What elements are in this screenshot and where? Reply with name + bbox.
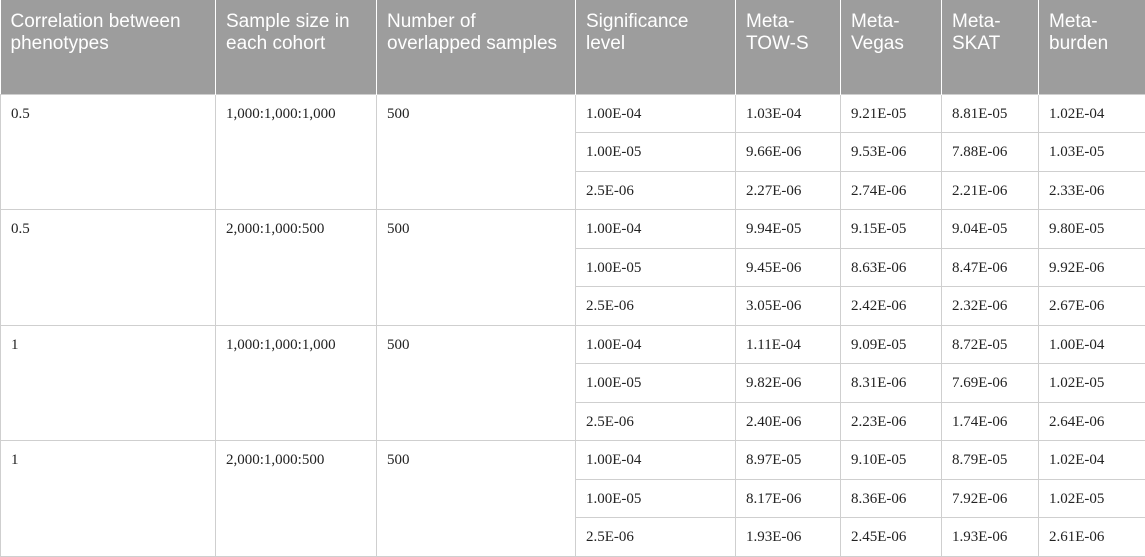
cell-significance: 1.00E-05 — [576, 248, 736, 287]
cell-meta-tow-s: 9.82E-06 — [736, 364, 841, 403]
table-row: 0.5 1,000:1,000:1,000 500 1.00E-04 1.03E… — [1, 94, 1145, 133]
cell-correlation: 0.5 — [1, 94, 216, 210]
cell-overlapped: 500 — [377, 210, 576, 326]
cell-significance: 2.5E-06 — [576, 402, 736, 441]
cell-meta-vegas: 8.36E-06 — [841, 479, 942, 518]
cell-meta-tow-s: 2.27E-06 — [736, 171, 841, 210]
cell-meta-skat: 8.72E-05 — [942, 325, 1039, 364]
header-sample-size: Sample size in each cohort — [216, 0, 377, 94]
cell-meta-skat: 1.93E-06 — [942, 518, 1039, 557]
cell-meta-vegas: 2.23E-06 — [841, 402, 942, 441]
cell-significance: 2.5E-06 — [576, 171, 736, 210]
header-row: Correlation between phenotypes Sample si… — [1, 0, 1145, 94]
cell-meta-vegas: 8.31E-06 — [841, 364, 942, 403]
cell-meta-tow-s: 2.40E-06 — [736, 402, 841, 441]
table-row: 0.5 2,000:1,000:500 500 1.00E-04 9.94E-0… — [1, 210, 1145, 249]
cell-meta-vegas: 8.63E-06 — [841, 248, 942, 287]
table-row: 1 1,000:1,000:1,000 500 1.00E-04 1.11E-0… — [1, 325, 1145, 364]
cell-meta-burden: 1.02E-04 — [1039, 441, 1145, 480]
cell-meta-skat: 7.69E-06 — [942, 364, 1039, 403]
cell-meta-tow-s: 8.97E-05 — [736, 441, 841, 480]
cell-meta-burden: 1.03E-05 — [1039, 133, 1145, 172]
header-correlation: Correlation between phenotypes — [1, 0, 216, 94]
cell-meta-vegas: 9.15E-05 — [841, 210, 942, 249]
cell-overlapped: 500 — [377, 325, 576, 441]
header-meta-tow-s: Meta-TOW-S — [736, 0, 841, 94]
cell-sample-size: 1,000:1,000:1,000 — [216, 94, 377, 210]
cell-meta-vegas: 2.42E-06 — [841, 287, 942, 326]
cell-meta-burden: 9.92E-06 — [1039, 248, 1145, 287]
cell-meta-vegas: 9.09E-05 — [841, 325, 942, 364]
cell-sample-size: 1,000:1,000:1,000 — [216, 325, 377, 441]
cell-meta-skat: 9.04E-05 — [942, 210, 1039, 249]
cell-meta-burden: 1.02E-05 — [1039, 364, 1145, 403]
cell-meta-burden: 9.80E-05 — [1039, 210, 1145, 249]
cell-meta-skat: 7.92E-06 — [942, 479, 1039, 518]
cell-significance: 1.00E-04 — [576, 94, 736, 133]
cell-meta-vegas: 9.10E-05 — [841, 441, 942, 480]
results-table: Correlation between phenotypes Sample si… — [0, 0, 1145, 557]
cell-significance: 1.00E-04 — [576, 325, 736, 364]
cell-meta-vegas: 9.53E-06 — [841, 133, 942, 172]
cell-meta-skat: 8.81E-05 — [942, 94, 1039, 133]
cell-significance: 2.5E-06 — [576, 518, 736, 557]
header-meta-skat: Meta-SKAT — [942, 0, 1039, 94]
cell-meta-tow-s: 1.03E-04 — [736, 94, 841, 133]
cell-meta-burden: 1.02E-04 — [1039, 94, 1145, 133]
cell-meta-burden: 2.67E-06 — [1039, 287, 1145, 326]
cell-meta-skat: 2.21E-06 — [942, 171, 1039, 210]
header-overlapped: Number of overlapped samples — [377, 0, 576, 94]
cell-significance: 2.5E-06 — [576, 287, 736, 326]
cell-meta-skat: 8.79E-05 — [942, 441, 1039, 480]
header-meta-burden: Meta-burden — [1039, 0, 1145, 94]
cell-correlation: 0.5 — [1, 210, 216, 326]
table-row: 1 2,000:1,000:500 500 1.00E-04 8.97E-05 … — [1, 441, 1145, 480]
cell-overlapped: 500 — [377, 94, 576, 210]
cell-meta-tow-s: 1.93E-06 — [736, 518, 841, 557]
cell-meta-tow-s: 9.45E-06 — [736, 248, 841, 287]
cell-meta-tow-s: 3.05E-06 — [736, 287, 841, 326]
cell-meta-burden: 1.02E-05 — [1039, 479, 1145, 518]
cell-meta-skat: 8.47E-06 — [942, 248, 1039, 287]
cell-meta-burden: 2.61E-06 — [1039, 518, 1145, 557]
cell-meta-vegas: 2.74E-06 — [841, 171, 942, 210]
cell-meta-tow-s: 9.66E-06 — [736, 133, 841, 172]
cell-significance: 1.00E-04 — [576, 441, 736, 480]
cell-significance: 1.00E-05 — [576, 133, 736, 172]
header-significance: Significance level — [576, 0, 736, 94]
cell-meta-vegas: 9.21E-05 — [841, 94, 942, 133]
cell-sample-size: 2,000:1,000:500 — [216, 210, 377, 326]
cell-meta-tow-s: 9.94E-05 — [736, 210, 841, 249]
cell-sample-size: 2,000:1,000:500 — [216, 441, 377, 557]
cell-correlation: 1 — [1, 441, 216, 557]
cell-overlapped: 500 — [377, 441, 576, 557]
header-meta-vegas: Meta-Vegas — [841, 0, 942, 94]
cell-correlation: 1 — [1, 325, 216, 441]
cell-significance: 1.00E-05 — [576, 364, 736, 403]
cell-meta-skat: 1.74E-06 — [942, 402, 1039, 441]
cell-meta-vegas: 2.45E-06 — [841, 518, 942, 557]
cell-meta-tow-s: 1.11E-04 — [736, 325, 841, 364]
cell-meta-burden: 2.64E-06 — [1039, 402, 1145, 441]
cell-meta-burden: 2.33E-06 — [1039, 171, 1145, 210]
cell-meta-skat: 2.32E-06 — [942, 287, 1039, 326]
cell-meta-tow-s: 8.17E-06 — [736, 479, 841, 518]
cell-meta-burden: 1.00E-04 — [1039, 325, 1145, 364]
cell-meta-skat: 7.88E-06 — [942, 133, 1039, 172]
cell-significance: 1.00E-04 — [576, 210, 736, 249]
cell-significance: 1.00E-05 — [576, 479, 736, 518]
